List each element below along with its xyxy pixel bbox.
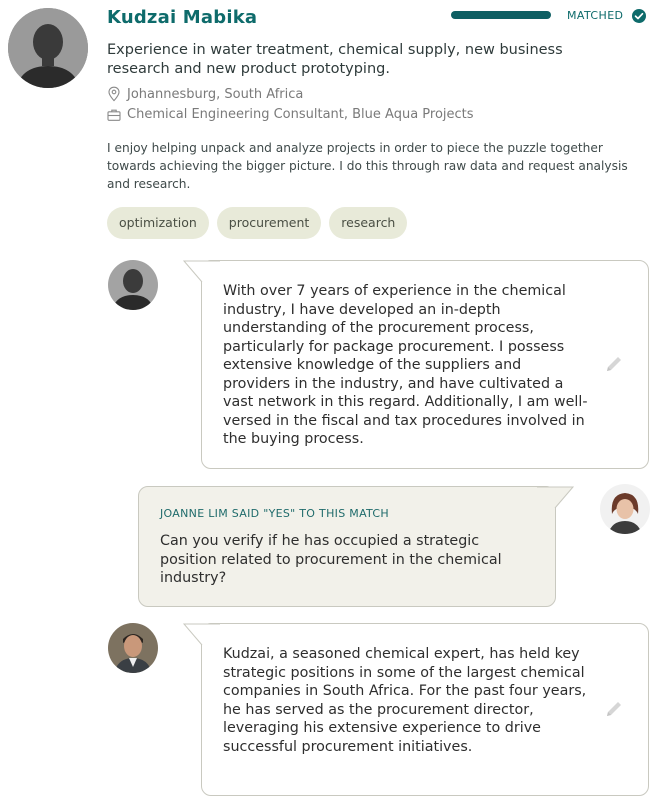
profile-headline: Experience in water treatment, chemical … xyxy=(107,42,563,77)
briefcase-icon xyxy=(107,109,121,121)
person-photo-icon xyxy=(108,260,158,310)
bubble-tail xyxy=(537,486,575,509)
person-photo-icon xyxy=(108,623,158,673)
client-avatar xyxy=(600,484,650,534)
profile-avatar[interactable] xyxy=(8,8,88,88)
position-row: Chemical Engineering Consultant, Blue Aq… xyxy=(107,107,474,122)
client-question-text: Can you verify if he has occupied a stra… xyxy=(160,533,502,586)
position-text: Chemical Engineering Consultant, Blue Aq… xyxy=(127,107,474,122)
person-photo-icon xyxy=(8,8,88,88)
location-text: Johannesburg, South Africa xyxy=(127,86,304,102)
location-pin-icon xyxy=(108,86,120,102)
expert-answer-text: Kudzai, a seasoned chemical expert, has … xyxy=(223,646,587,755)
pencil-edit-icon[interactable] xyxy=(603,698,625,720)
expert-avatar xyxy=(108,260,158,310)
tag-research[interactable]: research xyxy=(329,207,408,239)
tag-procurement[interactable]: procurement xyxy=(216,207,322,239)
expert-answer-text: With over 7 years of experience in the c… xyxy=(223,283,588,447)
bubble-tail xyxy=(182,623,220,646)
profile-name[interactable]: Kudzai Mabika xyxy=(107,7,257,28)
tag-list: optimization procurement research xyxy=(107,207,408,239)
match-status: MATCHED xyxy=(567,9,624,22)
check-circle-icon xyxy=(632,9,646,23)
match-said-yes-label: JOANNE LIM SAID "YES" TO THIS MATCH xyxy=(160,507,389,520)
tag-optimization[interactable]: optimization xyxy=(107,207,209,239)
person-photo-icon xyxy=(600,484,650,534)
profile-about: I enjoy helping unpack and analyze proje… xyxy=(107,141,628,191)
location-row: Johannesburg, South Africa xyxy=(107,86,303,102)
answer-avatar xyxy=(108,623,158,673)
pencil-edit-icon[interactable] xyxy=(603,353,625,375)
match-progress-bar xyxy=(451,11,551,19)
bubble-tail xyxy=(182,260,220,283)
